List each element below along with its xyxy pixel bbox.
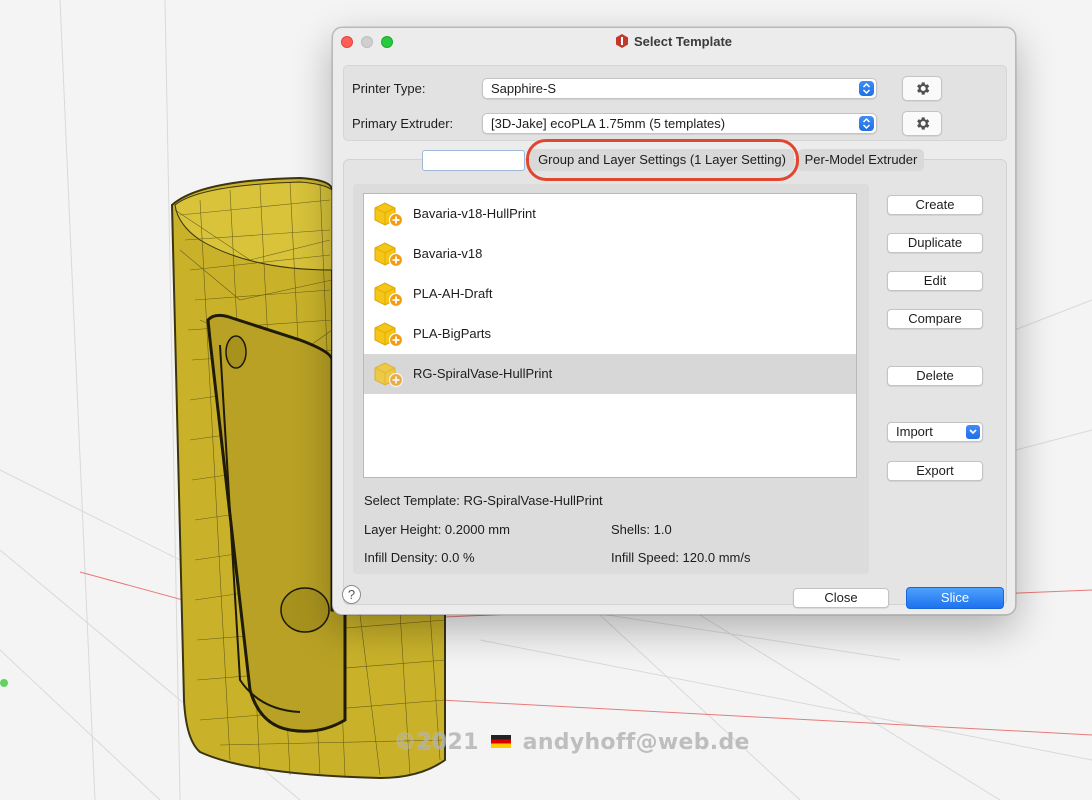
primary-extruder-label: Primary Extruder:	[352, 116, 454, 131]
slice-button[interactable]: Slice	[906, 587, 1004, 609]
printer-type-select[interactable]: Sapphire-S	[482, 78, 877, 99]
template-label: RG-SpiralVase-HullPrint	[413, 366, 553, 381]
updown-chevron-icon	[859, 116, 874, 131]
delete-button[interactable]: Delete	[887, 366, 983, 386]
duplicate-button[interactable]: Duplicate	[887, 233, 983, 253]
primary-extruder-value: [3D-Jake] ecoPLA 1.75mm (5 templates)	[491, 116, 726, 131]
updown-chevron-icon	[859, 81, 874, 96]
copyright-watermark: ©2021 andyhoff@web.de	[394, 730, 750, 755]
list-item[interactable]: PLA-AH-Draft	[364, 274, 856, 314]
close-button[interactable]: Close	[793, 588, 889, 608]
selected-template-info: Select Template: RG-SpiralVase-HullPrint	[364, 493, 603, 508]
watermark-copyright: ©2021	[394, 730, 479, 755]
infill-speed-info: Infill Speed: 120.0 mm/s	[611, 550, 751, 565]
list-item-selected[interactable]: RG-SpiralVase-HullPrint	[364, 354, 856, 394]
printer-type-label: Printer Type:	[352, 81, 426, 96]
primary-extruder-settings-button[interactable]	[902, 111, 942, 136]
compare-button[interactable]: Compare	[887, 309, 983, 329]
import-button-label: Import	[896, 424, 933, 439]
template-tab-field[interactable]	[422, 150, 525, 171]
select-template-dialog: Select Template Printer Type: Sapphire-S…	[332, 27, 1016, 615]
window-title: Select Template	[633, 34, 733, 49]
template-list[interactable]: Bavaria-v18-HullPrint Bavaria-v18 PLA-AH…	[363, 193, 857, 478]
printer-type-value: Sapphire-S	[491, 81, 557, 96]
template-label: Bavaria-v18	[413, 246, 483, 261]
template-label: PLA-BigParts	[413, 326, 492, 341]
help-button[interactable]: ?	[342, 585, 361, 604]
german-flag-icon	[490, 735, 511, 748]
template-box-add-icon	[374, 282, 404, 308]
infill-density-info: Infill Density: 0.0 %	[364, 550, 475, 565]
template-label: Bavaria-v18-HullPrint	[413, 206, 536, 221]
window-title-wrap: Select Template	[333, 34, 1015, 49]
app-logo-icon	[615, 34, 628, 48]
gear-icon	[917, 82, 930, 95]
printer-settings-box: Printer Type: Sapphire-S Primary Extrude…	[343, 65, 1007, 141]
title-bar[interactable]: Select Template	[333, 28, 1015, 56]
shells-info: Shells: 1.0	[611, 522, 672, 537]
template-box-add-icon	[374, 242, 404, 268]
template-box-add-icon	[374, 362, 404, 388]
axis-marker-green	[0, 679, 8, 687]
watermark-email: andyhoff@web.de	[522, 730, 750, 755]
tab-per-model-extruder[interactable]: Per-Model Extruder	[798, 149, 924, 171]
annotation-highlight-ring	[526, 139, 799, 181]
list-item[interactable]: PLA-BigParts	[364, 314, 856, 354]
list-item[interactable]: Bavaria-v18	[364, 234, 856, 274]
create-button[interactable]: Create	[887, 195, 983, 215]
list-item[interactable]: Bavaria-v18-HullPrint	[364, 194, 856, 234]
primary-extruder-select[interactable]: [3D-Jake] ecoPLA 1.75mm (5 templates)	[482, 113, 877, 134]
gear-icon	[917, 117, 930, 130]
edit-button[interactable]: Edit	[887, 271, 983, 291]
chevron-down-icon	[966, 425, 980, 439]
import-button[interactable]: Import	[887, 422, 983, 442]
printer-type-settings-button[interactable]	[902, 76, 942, 101]
template-box-add-icon	[374, 322, 404, 348]
template-label: PLA-AH-Draft	[413, 286, 493, 301]
export-button[interactable]: Export	[887, 461, 983, 481]
layer-height-info: Layer Height: 0.2000 mm	[364, 522, 510, 537]
template-box-add-icon	[374, 202, 404, 228]
